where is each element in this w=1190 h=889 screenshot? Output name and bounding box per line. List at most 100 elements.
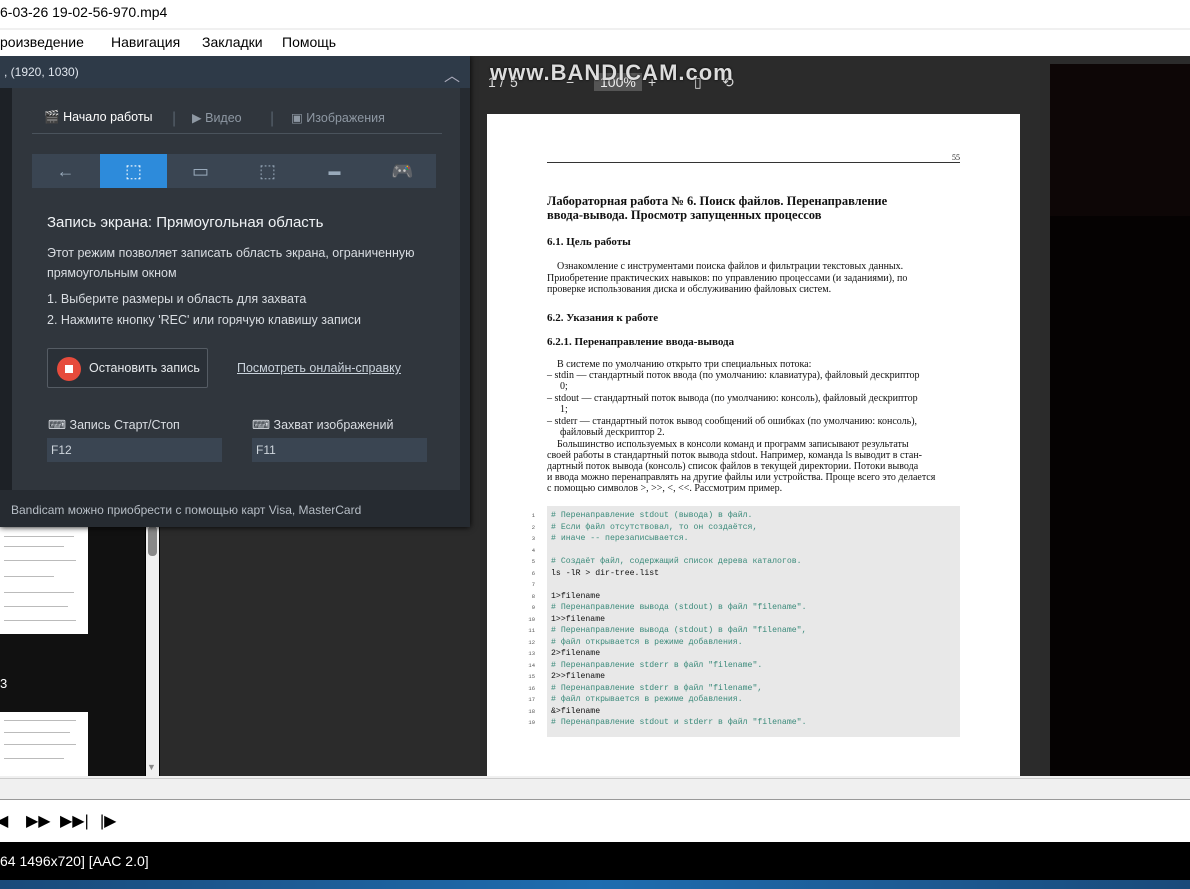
- step-2: 2. Нажмите кнопку 'REC' или горячую клав…: [47, 313, 361, 327]
- line-number: 9: [531, 604, 535, 611]
- paragraph-line: проверке использования диска и обслужива…: [547, 284, 832, 295]
- paragraph-line: Ознакомление с инструментами поиска файл…: [557, 261, 904, 272]
- page-thumbnail[interactable]: [0, 712, 88, 776]
- page-thumbnail[interactable]: [0, 526, 88, 634]
- paragraph-line: своей работы в стандартный поток вывода …: [547, 450, 923, 461]
- list-item: файловый дескриптор 2.: [560, 427, 665, 438]
- rectangle-mode-icon[interactable]: ⬚: [100, 154, 167, 188]
- bandicam-footer: Bandicam можно приобрести с помощью карт…: [0, 490, 470, 527]
- bandicam-header[interactable]: , (1920, 1030) ︿: [0, 56, 470, 88]
- collapse-chevron-icon[interactable]: ︿: [444, 62, 460, 86]
- hdmi-mode-icon[interactable]: ▬: [301, 154, 368, 188]
- capture-area-size: , (1920, 1030): [4, 65, 79, 79]
- menu-bar: роизведение Навигация Закладки Помощь: [0, 30, 1190, 56]
- hotkey-record-field[interactable]: F12: [47, 438, 222, 462]
- status-bar: 64 1496x720] [AAC 2.0]: [0, 842, 1190, 880]
- hotkey-record-text: Запись Старт/Стоп: [69, 418, 180, 432]
- list-item: – stdout — стандартный поток вывода (по …: [547, 393, 918, 404]
- code-line: 1>>filename: [551, 614, 606, 624]
- back-arrow-icon[interactable]: ←: [32, 154, 99, 188]
- code-line: 2>filename: [551, 649, 601, 658]
- stop-label: Остановить запись: [89, 361, 200, 375]
- line-number: 4: [531, 546, 535, 554]
- fast-forward-icon[interactable]: ▶▶: [26, 811, 51, 831]
- tab-divider: |: [172, 110, 177, 127]
- online-help-link[interactable]: Посмотреть онлайн-справку: [237, 361, 401, 375]
- lab-title-line1: Лабораторная работа № 6. Поиск файлов. П…: [547, 194, 888, 208]
- thumbnail-page-number: 3: [0, 676, 8, 691]
- purchase-info[interactable]: Bandicam можно приобрести с помощью карт…: [11, 503, 361, 517]
- tab-video[interactable]: ▶ Видео: [192, 110, 242, 125]
- code-line: # файл открывается в режиме добавления.: [551, 695, 743, 704]
- stop-recording-button[interactable]: Остановить запись: [47, 348, 208, 388]
- line-number: 19: [528, 719, 535, 726]
- image-icon: ▣: [291, 111, 303, 125]
- code-line: 2>>filename: [551, 672, 606, 681]
- tab-label: Видео: [205, 111, 242, 125]
- section-6-2-1: 6.2.1. Перенаправление ввода-вывода: [547, 336, 735, 348]
- previous-icon[interactable]: ◀: [0, 811, 8, 831]
- paragraph-line: дартный поток вывода (консоль) список фа…: [547, 461, 919, 472]
- tab-getting-started[interactable]: 🎬 Начало работы: [44, 110, 153, 125]
- mode-description: Этот режим позволяет записать область эк…: [47, 246, 415, 260]
- menu-bookmarks[interactable]: Закладки: [202, 34, 263, 50]
- mode-title: Запись экрана: Прямоугольная область: [47, 214, 324, 231]
- line-number: 16: [528, 684, 535, 692]
- scrollbar-thumb[interactable]: [148, 526, 157, 556]
- line-number: 2: [531, 523, 535, 531]
- line-number: 12: [528, 638, 535, 646]
- tab-images[interactable]: ▣ Изображения: [291, 110, 385, 125]
- line-number: 10: [528, 615, 535, 623]
- menu-navigation[interactable]: Навигация: [111, 34, 180, 50]
- frame-step-icon[interactable]: |▶: [100, 811, 116, 831]
- hotkey-capture-label: ⌨ Захват изображений: [252, 417, 393, 432]
- list-item: – stderr — стандартный поток вывод сообщ…: [547, 416, 918, 427]
- code-line: # Перенаправление вывода (stdout) в файл…: [551, 626, 807, 635]
- clapper-icon: 🎬: [44, 110, 60, 124]
- line-number: 6: [531, 569, 535, 577]
- paragraph-line: Большинство используемых в консоли коман…: [557, 439, 909, 450]
- section-6-2: 6.2. Указания к работе: [547, 312, 659, 324]
- code-line: 1>filename: [551, 591, 601, 601]
- code-line: # Перенаправление stdout и stderr в файл…: [551, 718, 807, 727]
- next-track-icon[interactable]: ▶▶|: [60, 811, 89, 831]
- video-overlay-right-lower: [1050, 216, 1190, 776]
- mode-bar: ← ⬚ ▭ ⬚ ▬ 🎮: [32, 154, 436, 188]
- menu-playback[interactable]: роизведение: [0, 34, 84, 50]
- bandicam-watermark: www.BANDICAM.com: [490, 60, 734, 85]
- tab-divider: |: [270, 110, 275, 127]
- mouse-area-mode-icon[interactable]: ⬚: [234, 154, 301, 188]
- scroll-down-arrow-icon[interactable]: ▼: [147, 762, 156, 772]
- code-line: ls -lR > dir-tree.list: [551, 568, 660, 578]
- code-line: # Перенаправление вывода (stdout) в файл…: [551, 603, 807, 612]
- line-number: 14: [528, 661, 535, 669]
- window-title-text: 6-03-26 19-02-56-970.mp4: [0, 4, 168, 20]
- stop-icon: [57, 357, 81, 381]
- line-number: 7: [531, 581, 535, 588]
- lab-title-line2: ввода-вывода. Просмотр запущенных процес…: [547, 208, 822, 222]
- gamepad-mode-icon[interactable]: 🎮: [369, 154, 436, 188]
- keyboard-icon: ⌨: [48, 418, 67, 432]
- pdf-page: 55 Лабораторная работа № 6. Поиск файлов…: [487, 114, 1020, 776]
- page-number: 55: [547, 152, 960, 163]
- video-area[interactable]: 3 ▼ 1 / 5 − 100% + ▯ ⟲ www.BANDICAM.com …: [0, 56, 1190, 776]
- step-1: 1. Выберите размеры и область для захват…: [47, 292, 307, 306]
- fullscreen-mode-icon[interactable]: ▭: [167, 154, 234, 188]
- taskbar: [0, 880, 1190, 889]
- video-icon: ▶: [192, 111, 202, 125]
- line-number: 1: [531, 512, 535, 519]
- paragraph-line: с помощью символов >, >>, <, <<. Рассмот…: [547, 483, 783, 494]
- mode-description: прямоугольным окном: [47, 266, 177, 280]
- paragraph-line: Приобретение практических навыков: по уп…: [547, 273, 908, 284]
- menu-help[interactable]: Помощь: [282, 34, 336, 50]
- code-line: # Перенаправление stdout (вывода) в файл…: [551, 511, 753, 520]
- line-number: 11: [528, 627, 535, 634]
- code-line: # Перенаправление stderr в файл "filenam…: [551, 683, 763, 693]
- hotkey-capture-field[interactable]: F11: [252, 438, 427, 462]
- tab-underline: [32, 133, 442, 134]
- list-item: – stdin — стандартный поток ввода (по ум…: [547, 370, 920, 381]
- bandicam-side-panel: [0, 88, 12, 490]
- seek-bar[interactable]: [0, 778, 1190, 800]
- list-item: 1;: [560, 404, 568, 415]
- line-number: 8: [531, 592, 535, 600]
